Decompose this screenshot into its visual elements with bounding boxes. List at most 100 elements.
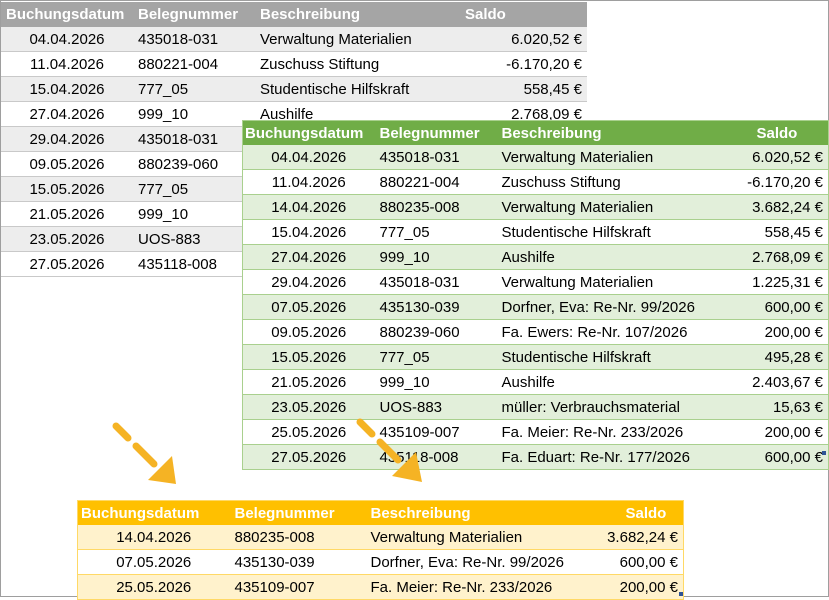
cell-saldo[interactable]: 495,28 €: [700, 344, 829, 370]
cell-belegnummer[interactable]: 435109-007: [229, 574, 366, 600]
cell-beschreibung[interactable]: Studentische Hilfskraft: [255, 76, 425, 102]
cell-belegnummer[interactable]: 777_05: [133, 176, 255, 202]
table-resize-handle[interactable]: [679, 592, 683, 596]
cell-buchungsdatum[interactable]: 25.05.2026: [77, 574, 230, 600]
cell-beschreibung[interactable]: Studentische Hilfskraft: [496, 344, 701, 370]
cell-saldo[interactable]: -6.170,20 €: [425, 51, 587, 77]
cell-saldo[interactable]: 600,00 €: [700, 294, 829, 320]
table-row[interactable]: 21.05.2026 999_10 Aushilfe 2.403,67 €: [242, 369, 829, 395]
header-belegnummer[interactable]: Belegnummer: [133, 2, 255, 27]
cell-buchungsdatum[interactable]: 09.05.2026: [242, 319, 375, 345]
header-saldo[interactable]: Saldo: [701, 121, 829, 146]
cell-belegnummer[interactable]: 880239-060: [133, 151, 255, 177]
cell-buchungsdatum[interactable]: 11.04.2026: [1, 51, 133, 77]
table-row[interactable]: 15.04.2026 777_05 Studentische Hilfskraft 5…: [1, 76, 587, 102]
table-row[interactable]: 23.05.2026 UOS-883 müller: Verbrauchsmater…: [242, 394, 829, 420]
cell-saldo[interactable]: 600,00 €: [595, 549, 684, 575]
cell-buchungsdatum[interactable]: 14.04.2026: [242, 194, 375, 220]
header-belegnummer[interactable]: Belegnummer: [375, 121, 497, 146]
table-row[interactable]: 27.05.2026 435118-008 Fa. Eduart: Re-Nr. 1…: [242, 444, 829, 470]
cell-buchungsdatum[interactable]: 27.04.2026: [242, 244, 375, 270]
table-row[interactable]: 09.05.2026 880239-060 Fa. Ewers: Re-Nr. 10…: [242, 319, 829, 345]
header-buchungsdatum[interactable]: Buchungsdatum: [243, 121, 375, 146]
cell-saldo[interactable]: 1.225,31 €: [700, 269, 829, 295]
table-row[interactable]: 14.04.2026 880235-008 Verwaltung Materiali…: [77, 525, 684, 550]
cell-saldo[interactable]: 6.020,52 €: [425, 27, 587, 52]
cell-belegnummer[interactable]: 435018-031: [374, 269, 497, 295]
header-saldo[interactable]: Saldo: [425, 2, 587, 27]
cell-belegnummer[interactable]: 777_05: [374, 344, 497, 370]
cell-buchungsdatum[interactable]: 09.05.2026: [1, 151, 133, 177]
cell-buchungsdatum[interactable]: 15.04.2026: [1, 76, 133, 102]
cell-belegnummer[interactable]: UOS-883: [133, 226, 255, 252]
cell-beschreibung[interactable]: müller: Verbrauchsmaterial: [496, 394, 701, 420]
cell-saldo[interactable]: 200,00 €: [595, 574, 684, 600]
header-saldo[interactable]: Saldo: [596, 501, 684, 526]
cell-buchungsdatum[interactable]: 27.05.2026: [1, 251, 133, 277]
cell-belegnummer[interactable]: 999_10: [374, 244, 497, 270]
cell-saldo[interactable]: 558,45 €: [425, 76, 587, 102]
cell-belegnummer[interactable]: 777_05: [374, 219, 497, 245]
cell-beschreibung[interactable]: Studentische Hilfskraft: [496, 219, 701, 245]
cell-belegnummer[interactable]: 435018-031: [133, 126, 255, 152]
cell-belegnummer[interactable]: 880221-004: [374, 169, 497, 195]
cell-beschreibung[interactable]: Fa. Eduart: Re-Nr. 177/2026: [496, 444, 701, 470]
cell-buchungsdatum[interactable]: 14.04.2026: [77, 525, 230, 550]
table-row[interactable]: 25.05.2026 435109-007 Fa. Meier: Re-Nr. 23…: [77, 574, 684, 600]
cell-buchungsdatum[interactable]: 07.05.2026: [242, 294, 375, 320]
header-beschreibung[interactable]: Beschreibung: [255, 2, 425, 27]
table-row[interactable]: 27.04.2026 999_10 Aushilfe 2.768,09 €: [242, 244, 829, 270]
cell-saldo[interactable]: 200,00 €: [700, 319, 829, 345]
cell-belegnummer[interactable]: 435130-039: [374, 294, 497, 320]
cell-beschreibung[interactable]: Verwaltung Materialien: [255, 27, 425, 52]
header-buchungsdatum[interactable]: Buchungsdatum: [1, 2, 133, 27]
cell-beschreibung[interactable]: Fa. Meier: Re-Nr. 233/2026: [496, 419, 701, 445]
cell-buchungsdatum[interactable]: 27.04.2026: [1, 101, 133, 127]
cell-beschreibung[interactable]: Aushilfe: [496, 369, 701, 395]
cell-buchungsdatum[interactable]: 15.05.2026: [1, 176, 133, 202]
cell-belegnummer[interactable]: 999_10: [133, 101, 255, 127]
cell-saldo[interactable]: 600,00 €: [700, 444, 829, 470]
table-row[interactable]: 04.04.2026 435018-031 Verwaltung Materiali…: [1, 27, 587, 52]
header-belegnummer[interactable]: Belegnummer: [230, 501, 366, 526]
cell-beschreibung[interactable]: Verwaltung Materialien: [496, 269, 701, 295]
table-row[interactable]: 07.05.2026 435130-039 Dorfner, Eva: Re-Nr.…: [77, 549, 684, 575]
cell-saldo[interactable]: 15,63 €: [700, 394, 829, 420]
cell-buchungsdatum[interactable]: 29.04.2026: [1, 126, 133, 152]
cell-buchungsdatum[interactable]: 15.04.2026: [242, 219, 375, 245]
cell-buchungsdatum[interactable]: 21.05.2026: [242, 369, 375, 395]
cell-buchungsdatum[interactable]: 29.04.2026: [242, 269, 375, 295]
cell-buchungsdatum[interactable]: 15.05.2026: [242, 344, 375, 370]
cell-beschreibung[interactable]: Verwaltung Materialien: [496, 194, 701, 220]
table-row[interactable]: 14.04.2026 880235-008 Verwaltung Materiali…: [242, 194, 829, 220]
cell-beschreibung[interactable]: Dorfner, Eva: Re-Nr. 99/2026: [496, 294, 701, 320]
cell-saldo[interactable]: 200,00 €: [700, 419, 829, 445]
cell-buchungsdatum[interactable]: 07.05.2026: [77, 549, 230, 575]
cell-beschreibung[interactable]: Verwaltung Materialien: [496, 145, 701, 170]
table-row[interactable]: 29.04.2026 435018-031 Verwaltung Materiali…: [242, 269, 829, 295]
cell-belegnummer[interactable]: 880239-060: [374, 319, 497, 345]
cell-saldo[interactable]: 3.682,24 €: [700, 194, 829, 220]
cell-belegnummer[interactable]: 999_10: [374, 369, 497, 395]
cell-belegnummer[interactable]: 777_05: [133, 76, 255, 102]
table-row[interactable]: 04.04.2026 435018-031 Verwaltung Materiali…: [242, 145, 829, 170]
cell-saldo[interactable]: 2.768,09 €: [700, 244, 829, 270]
cell-belegnummer[interactable]: 435130-039: [229, 549, 366, 575]
cell-saldo[interactable]: -6.170,20 €: [700, 169, 829, 195]
cell-belegnummer[interactable]: 435018-031: [374, 145, 497, 170]
cell-belegnummer[interactable]: 435118-008: [133, 251, 255, 277]
cell-beschreibung[interactable]: Zuschuss Stiftung: [496, 169, 701, 195]
cell-buchungsdatum[interactable]: 11.04.2026: [242, 169, 375, 195]
cell-belegnummer[interactable]: 880221-004: [133, 51, 255, 77]
cell-beschreibung[interactable]: Aushilfe: [496, 244, 701, 270]
table-row[interactable]: 11.04.2026 880221-004 Zuschuss Stiftung -6.…: [1, 51, 587, 77]
cell-saldo[interactable]: 3.682,24 €: [595, 525, 684, 550]
header-beschreibung[interactable]: Beschreibung: [366, 501, 596, 526]
cell-belegnummer[interactable]: 880235-008: [229, 525, 366, 550]
cell-beschreibung[interactable]: Fa. Ewers: Re-Nr. 107/2026: [496, 319, 701, 345]
header-beschreibung[interactable]: Beschreibung: [497, 121, 701, 146]
table-row[interactable]: 25.05.2026 435109-007 Fa. Meier: Re-Nr. 23…: [242, 419, 829, 445]
header-buchungsdatum[interactable]: Buchungsdatum: [78, 501, 230, 526]
cell-beschreibung[interactable]: Dorfner, Eva: Re-Nr. 99/2026: [365, 549, 596, 575]
table-row[interactable]: 11.04.2026 880221-004 Zuschuss Stiftung -6.…: [242, 169, 829, 195]
